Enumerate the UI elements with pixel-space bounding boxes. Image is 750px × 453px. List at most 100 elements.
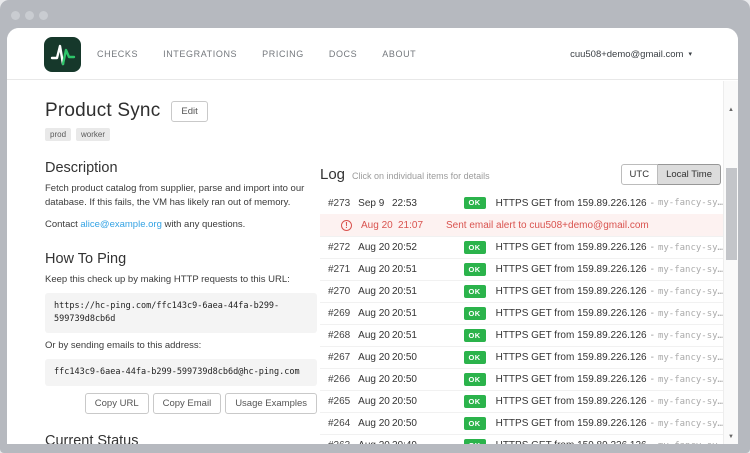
- navbar: CHECKS INTEGRATIONS PRICING DOCS ABOUT cuu50…: [7, 28, 738, 80]
- scrollbar-thumb[interactable]: [726, 168, 737, 260]
- ok-badge: OK: [464, 197, 486, 210]
- nav-link-pricing[interactable]: PRICING: [262, 49, 304, 59]
- tag-prod: prod: [45, 128, 71, 141]
- ping-separator: -: [651, 308, 654, 319]
- ping-separator: -: [651, 198, 654, 209]
- nav-link-checks[interactable]: CHECKS: [97, 49, 138, 59]
- window-dot-icon[interactable]: [25, 11, 34, 20]
- copy-email-button[interactable]: Copy Email: [153, 393, 222, 414]
- nav-link-about[interactable]: ABOUT: [382, 49, 416, 59]
- ping-time: 20:50: [392, 352, 429, 363]
- scrollbar-up-icon[interactable]: ▲: [724, 107, 738, 113]
- log-panel: Log Click on individual items for detail…: [320, 166, 723, 444]
- log-table: #273Sep 922:53 OK HTTPS GET from 159.89.22…: [320, 192, 723, 444]
- ping-separator: -: [651, 352, 654, 363]
- ping-date: Sep 9: [358, 198, 392, 209]
- log-row[interactable]: #267Aug 2020:50OKHTTPS GET from 159.89.2…: [320, 346, 723, 368]
- description-text: Fetch product catalog from supplier, par…: [45, 182, 317, 210]
- ping-remote-note: my-fancy-sy…: [658, 265, 723, 275]
- log-row[interactable]: #265Aug 2020:50OKHTTPS GET from 159.89.2…: [320, 390, 723, 412]
- page-title: Product Sync: [45, 100, 160, 122]
- ping-time: 20:50: [392, 396, 429, 407]
- ok-badge: OK: [464, 329, 486, 342]
- ping-separator: -: [651, 418, 654, 429]
- ping-remote-note: my-fancy-sy…: [658, 309, 723, 319]
- ping-date: Aug 20: [358, 374, 392, 385]
- tag-worker: worker: [76, 128, 110, 141]
- ping-date: Aug 20: [358, 440, 392, 444]
- alert-message: Sent email alert to cuu508+demo@gmail.co…: [446, 220, 649, 231]
- log-row[interactable]: #270Aug 2020:51OKHTTPS GET from 159.89.2…: [320, 280, 723, 302]
- ping-id: #263: [328, 440, 358, 444]
- ping-id: #273: [328, 198, 358, 209]
- check-details-panel: Product Sync Edit prod worker Description…: [45, 80, 317, 444]
- ok-badge: OK: [464, 351, 486, 364]
- local-time-button[interactable]: Local Time: [658, 164, 721, 185]
- tag-list: prod worker: [45, 128, 317, 141]
- log-row[interactable]: #271Aug 2020:51OKHTTPS GET from 159.89.2…: [320, 258, 723, 280]
- ping-date: Aug 20: [358, 418, 392, 429]
- ok-badge: OK: [464, 439, 486, 444]
- copy-url-button[interactable]: Copy URL: [85, 393, 149, 414]
- contact-email-link[interactable]: alice@example.org: [80, 219, 161, 230]
- ping-time: 20:51: [392, 286, 429, 297]
- log-row[interactable]: #269Aug 2020:51OKHTTPS GET from 159.89.2…: [320, 302, 723, 324]
- log-row[interactable]: #266Aug 2020:50 OK HTTPS GET from 159.89.2…: [320, 368, 723, 390]
- contact-prefix: Contact: [45, 219, 80, 230]
- ping-remote-note: my-fancy-sy…: [658, 397, 723, 407]
- ping-id: #266: [328, 374, 358, 385]
- ping-event: HTTPS GET from 159.89.226.126: [496, 374, 647, 385]
- ping-time: 20:50: [392, 374, 429, 385]
- window-dot-icon[interactable]: [11, 11, 20, 20]
- ping-url-code: https://hc-ping.com/ffc143c9-6aea-44fa-b…: [45, 293, 317, 333]
- account-menu[interactable]: cuu508+demo@gmail.com ▾: [570, 28, 692, 80]
- ping-remote-note: my-fancy-sy…: [658, 419, 723, 429]
- ping-id: #272: [328, 242, 358, 253]
- ping-event: HTTPS GET from 159.89.226.126: [496, 440, 647, 444]
- account-email: cuu508+demo@gmail.com: [570, 49, 683, 60]
- log-subtitle: Click on individual items for details: [352, 171, 490, 181]
- healthchecks-logo-icon[interactable]: [44, 37, 81, 72]
- nav-link-integrations[interactable]: INTEGRATIONS: [163, 49, 237, 59]
- edit-button[interactable]: Edit: [171, 101, 207, 122]
- how-to-ping-heading: How To Ping: [45, 251, 317, 267]
- usage-examples-button[interactable]: Usage Examples: [225, 393, 317, 414]
- log-row[interactable]: !Aug 2021:07Sent email alert to cuu508+d…: [320, 214, 723, 236]
- log-row[interactable]: #272Aug 2020:52OKHTTPS GET from 159.89.2…: [320, 236, 723, 258]
- browser-viewport: CHECKS INTEGRATIONS PRICING DOCS ABOUT cuu50…: [7, 28, 738, 444]
- log-row[interactable]: #264Aug 2020:50OKHTTPS GET from 159.89.2…: [320, 412, 723, 434]
- ping-separator: -: [651, 264, 654, 275]
- window-dot-icon[interactable]: [39, 11, 48, 20]
- ping-date: Aug 20: [358, 308, 392, 319]
- ping-url-instruction: Keep this check up by making HTTP reques…: [45, 273, 317, 287]
- ping-time: 20:51: [392, 308, 429, 319]
- ping-date: Aug 20: [358, 242, 392, 253]
- ping-email-code: ffc143c9-6aea-44fa-b299-599739d8cb6d@hc-…: [45, 359, 317, 386]
- ping-separator: -: [651, 286, 654, 297]
- ping-remote-note: my-fancy-sy…: [658, 198, 723, 208]
- contact-suffix: with any questions.: [162, 219, 245, 230]
- ping-date: Aug 20: [358, 330, 392, 341]
- alert-date: Aug 20: [361, 220, 398, 231]
- current-status-heading: Current Status: [45, 433, 317, 444]
- nav-link-docs[interactable]: DOCS: [329, 49, 357, 59]
- ping-separator: -: [651, 440, 654, 444]
- ping-remote-note: my-fancy-sy…: [658, 375, 723, 385]
- ping-event: HTTPS GET from 159.89.226.126: [496, 198, 647, 209]
- log-row[interactable]: #263Aug 2020:49OKHTTPS GET from 159.89.2…: [320, 434, 723, 444]
- ok-badge: OK: [464, 263, 486, 276]
- ping-remote-note: my-fancy-sy…: [658, 331, 723, 341]
- window-controls: [11, 11, 48, 20]
- ping-time: 22:53: [392, 198, 429, 209]
- utc-button[interactable]: UTC: [621, 164, 659, 185]
- ok-badge: OK: [464, 373, 486, 386]
- log-row[interactable]: #268Aug 2020:51OKHTTPS GET from 159.89.2…: [320, 324, 723, 346]
- ok-badge: OK: [464, 417, 486, 430]
- log-row[interactable]: #273Sep 922:53 OK HTTPS GET from 159.89.22…: [320, 192, 723, 214]
- page-scrollbar[interactable]: ▲ ▼: [723, 81, 738, 444]
- ping-id: #267: [328, 352, 358, 363]
- description-heading: Description: [45, 160, 317, 176]
- scrollbar-down-icon[interactable]: ▼: [724, 434, 738, 440]
- nav-links: CHECKS INTEGRATIONS PRICING DOCS ABOUT: [97, 28, 416, 80]
- ping-separator: -: [651, 374, 654, 385]
